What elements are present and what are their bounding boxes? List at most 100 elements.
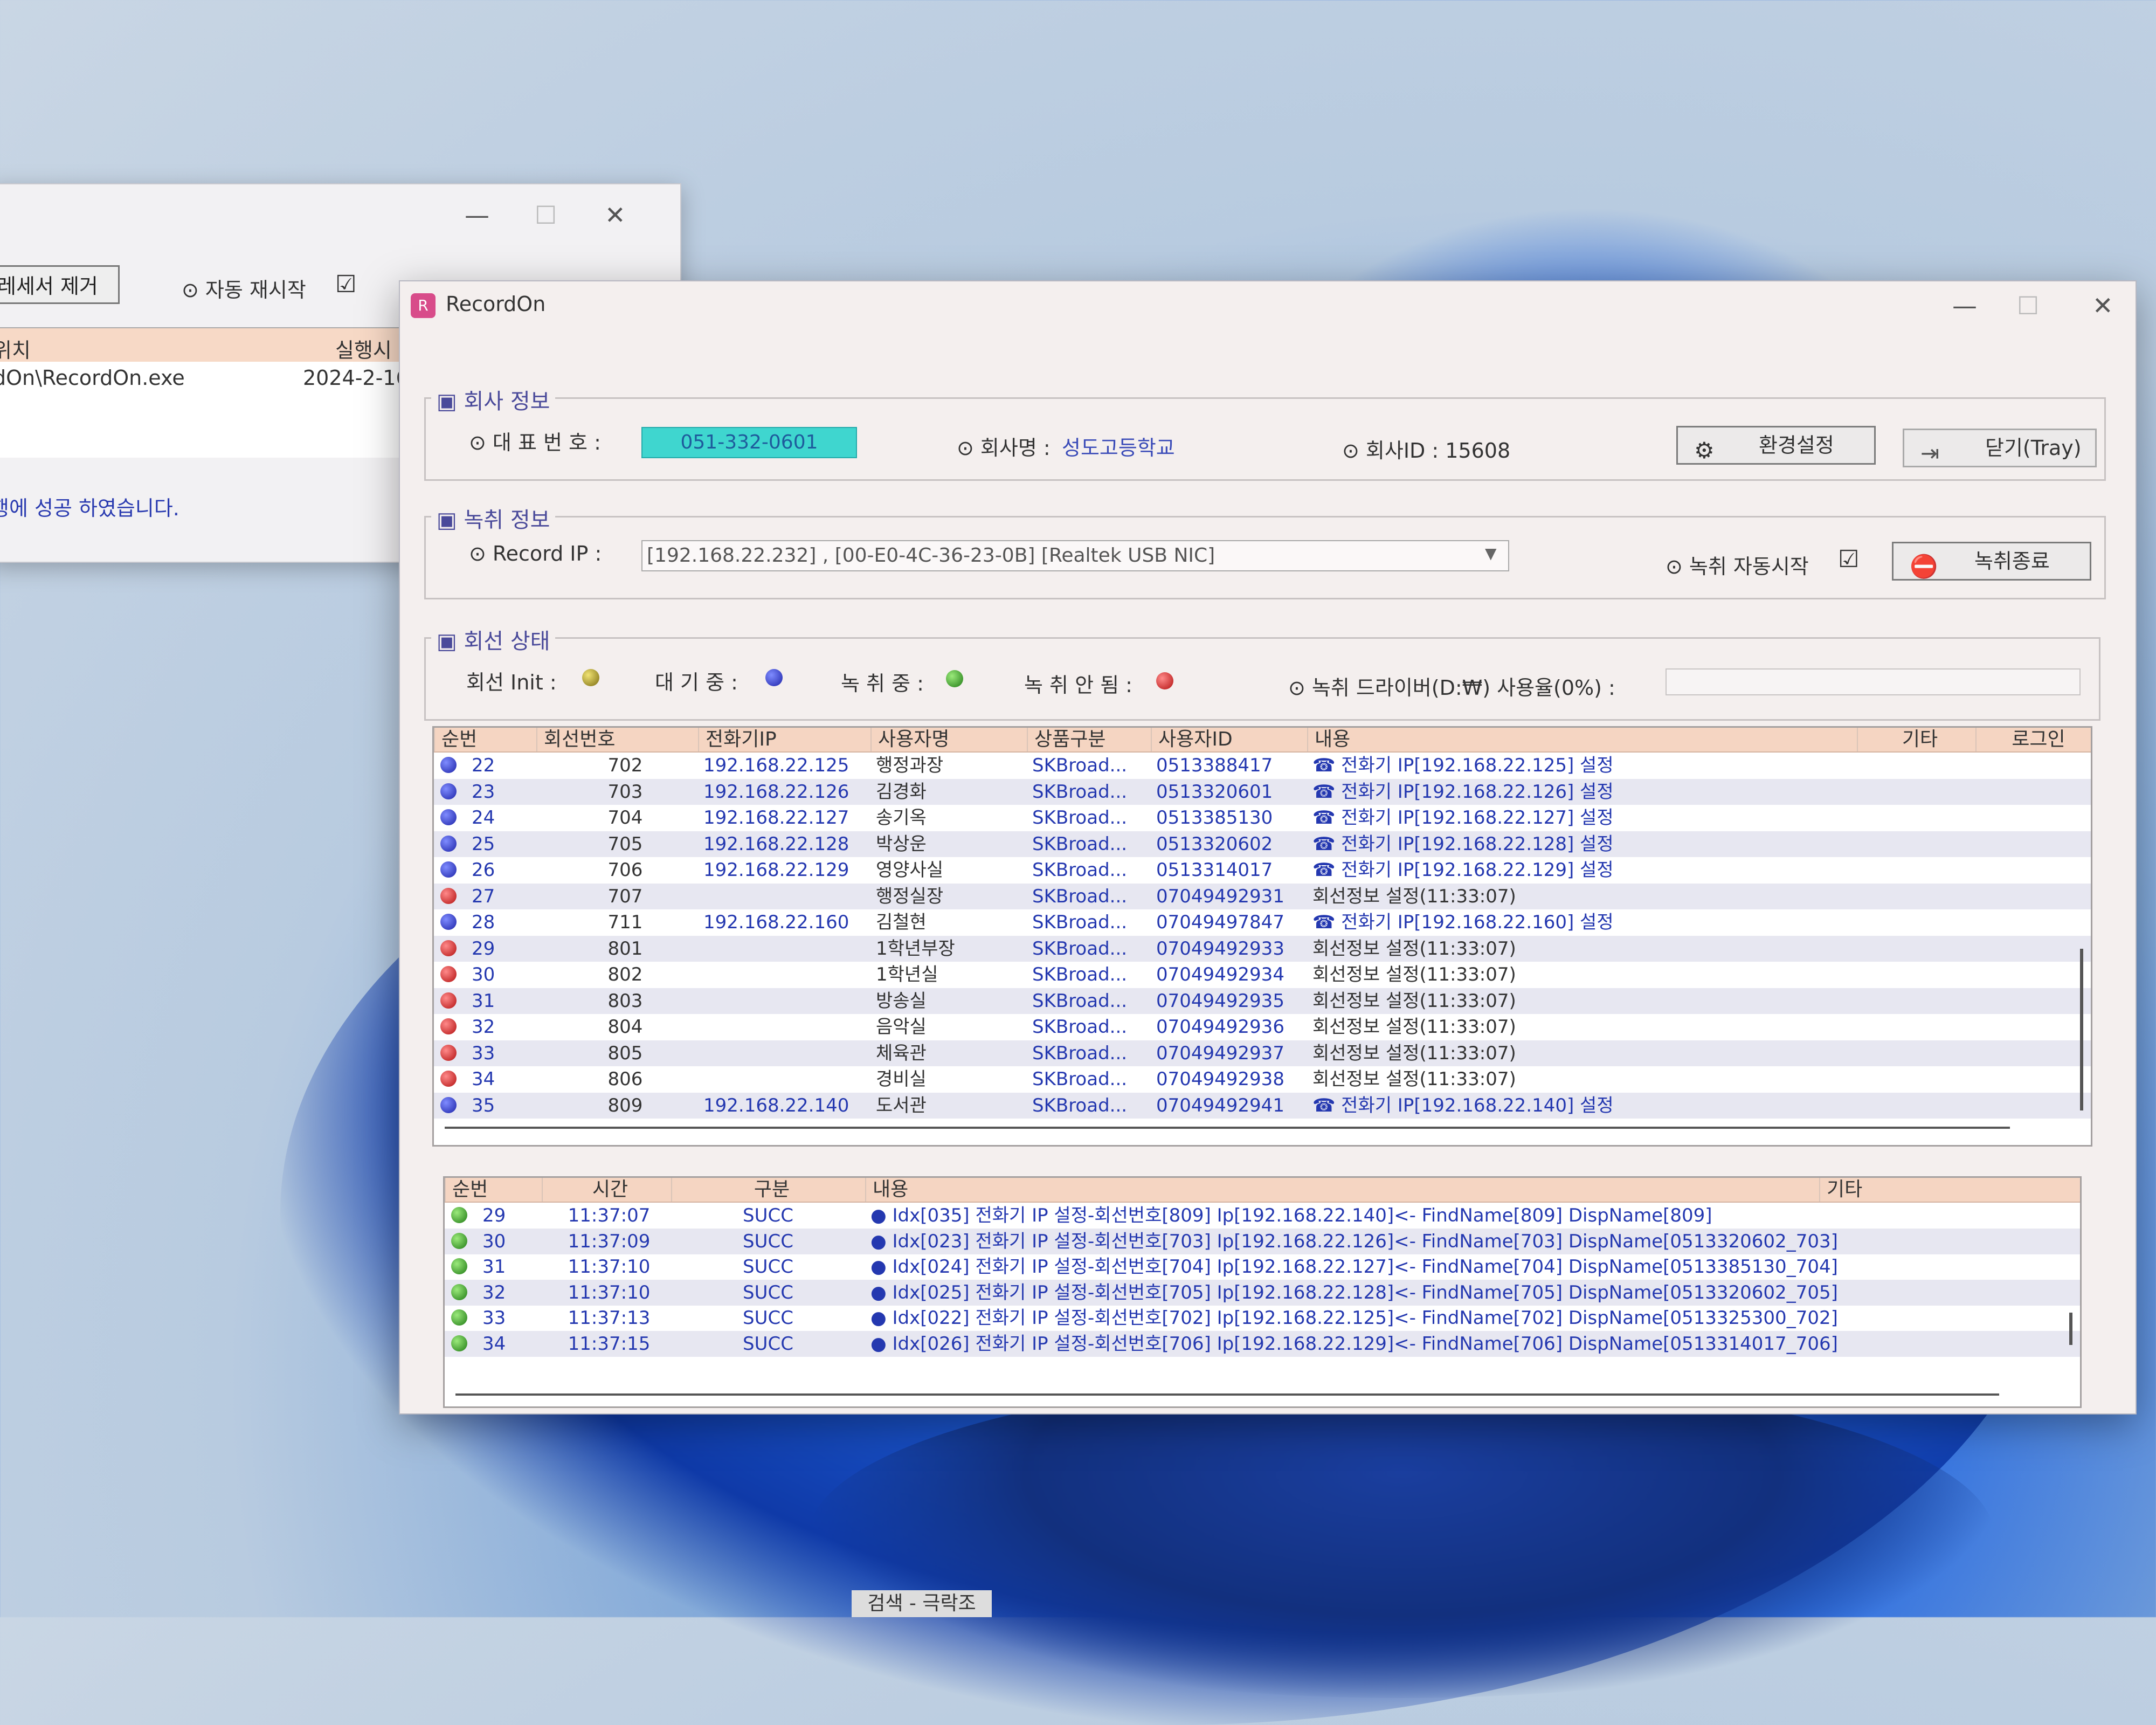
log-cell-time: 11:37:15	[568, 1333, 651, 1355]
log-table[interactable]: 순번 시간 구분 내용 기타 29 11:37:07 SUCC ● Idx[035] …	[443, 1176, 2082, 1408]
success-status-icon	[451, 1232, 467, 1249]
cell-uid: 07049492934	[1156, 964, 1284, 985]
table-row[interactable]: 35 809 192.168.22.140 도서관 SKBroad... 07049492…	[434, 1092, 2091, 1119]
maximize-icon[interactable]: ☐	[2017, 291, 2039, 320]
cell-user: 1학년실	[876, 964, 938, 985]
list-item[interactable]: 33 11:37:13 SUCC ● Idx[022] 전화기 IP 설정-회선번호[…	[445, 1305, 2080, 1331]
list-item[interactable]: 29 11:37:07 SUCC ● Idx[035] 전화기 IP 설정-회선번호[…	[445, 1203, 2080, 1229]
record-ip-label: ⊙ Record IP :	[469, 542, 602, 565]
lines-table-header: 순번 회선번호 전화기IP 사용자명 상품구분 사용자ID 내용 기타 로그인	[434, 728, 2091, 753]
log-cell-no: 30	[482, 1230, 506, 1252]
stop-recording-button[interactable]: ⛔ 녹취종료	[1892, 542, 2091, 581]
minimize-icon[interactable]: —	[1952, 291, 1977, 320]
cell-user: 경비실	[876, 1068, 927, 1090]
waiting-status-icon	[765, 669, 783, 686]
stop-icon: ⛔	[1910, 553, 1938, 579]
log-scrollbar[interactable]	[2069, 1313, 2072, 1345]
company-name-label: ⊙ 회사명 :	[957, 436, 1051, 460]
log-cell-content: ● Idx[026] 전화기 IP 설정-회선번호[706] Ip[192.16…	[870, 1333, 1838, 1355]
cell-content: 회선정보 설정(11:33:07)	[1312, 1016, 1516, 1038]
log-col-type[interactable]: 구분	[671, 1178, 865, 1202]
list-item[interactable]: 34 11:37:15 SUCC ● Idx[026] 전화기 IP 설정-회선번호[…	[445, 1330, 2080, 1357]
line-status-icon	[440, 887, 457, 904]
table-row[interactable]: 29 801 1학년부장 SKBroad... 07049492933 회선정보 설정(1…	[434, 935, 2091, 962]
remove-button[interactable]: 레세서 제거	[0, 265, 120, 304]
log-col-time[interactable]: 시간	[542, 1178, 671, 1202]
cell-user: 1학년부장	[876, 937, 955, 960]
log-hscrollbar[interactable]	[455, 1393, 1999, 1396]
record-ip-select[interactable]: [192.168.22.232] , [00-E0-4C-36-23-0B] […	[641, 540, 1509, 571]
col-etc[interactable]: 기타	[1857, 728, 1975, 751]
lines-hscrollbar[interactable]	[445, 1127, 2010, 1129]
auto-start-checkbox[interactable]: ☑	[1838, 546, 1859, 573]
cell-content: 회선정보 설정(11:33:07)	[1312, 1068, 1516, 1090]
auto-restart-label: ⊙ 자동 재시작	[182, 278, 306, 302]
close-tray-button[interactable]: ⇥ 닫기(Tray)	[1903, 429, 2097, 467]
col-login[interactable]: 로그인	[1975, 728, 2091, 751]
list-item[interactable]: 32 11:37:10 SUCC ● Idx[025] 전화기 IP 설정-회선번호[…	[445, 1279, 2080, 1306]
log-table-header: 순번 시간 구분 내용 기타	[445, 1178, 2080, 1203]
cell-uid: 07049492933	[1156, 937, 1284, 960]
list-item[interactable]: 30 11:37:09 SUCC ● Idx[023] 전화기 IP 설정-회선번호[…	[445, 1228, 2080, 1254]
table-row[interactable]: 27 707 행정실장 SKBroad... 07049492931 회선정보 설정(11…	[434, 883, 2091, 909]
rep-number-field[interactable]: 051-332-0601	[641, 427, 857, 458]
cell-line: 806	[607, 1068, 643, 1090]
log-col-no[interactable]: 순번	[445, 1178, 542, 1202]
col-user-name[interactable]: 사용자명	[870, 728, 1027, 751]
taskbar-search[interactable]: 검색 - 극락조	[852, 1590, 992, 1617]
line-status-icon	[440, 1096, 457, 1113]
log-col-etc[interactable]: 기타	[1819, 1178, 2072, 1202]
table-row[interactable]: 22 702 192.168.22.125 행정과장 SKBroad... 0513388…	[434, 753, 2091, 778]
cell-product: SKBroad...	[1032, 1042, 1128, 1064]
log-cell-no: 31	[482, 1256, 506, 1278]
init-status-icon	[582, 669, 599, 686]
cell-content: 회선정보 설정(11:33:07)	[1312, 885, 1516, 907]
cell-product: SKBroad...	[1032, 1016, 1128, 1038]
settings-button[interactable]: ⚙ 환경설정	[1676, 426, 1876, 465]
close-icon[interactable]: ✕	[2092, 291, 2113, 320]
close-icon[interactable]: ✕	[605, 201, 626, 230]
chevron-down-icon[interactable]: ▼	[1485, 544, 1497, 562]
table-row[interactable]: 33 805 체육관 SKBroad... 07049492937 회선정보 설정(11:…	[434, 1040, 2091, 1066]
company-info-label: ▣ 회사 정보	[431, 384, 556, 415]
table-row[interactable]: 24 704 192.168.22.127 송기옥 SKBroad... 05133851…	[434, 805, 2091, 831]
lines-scrollbar[interactable]	[2080, 949, 2083, 1110]
log-col-content[interactable]: 내용	[865, 1178, 1819, 1202]
list-item[interactable]: 31 11:37:10 SUCC ● Idx[024] 전화기 IP 설정-회선번호[…	[445, 1254, 2080, 1280]
cell-user: 김철현	[876, 912, 927, 933]
cell-content: ☎ 전화기 IP[192.168.22.160] 설정	[1312, 912, 1614, 933]
cell-line: 702	[607, 755, 643, 776]
col-no[interactable]: 순번	[434, 728, 536, 751]
table-row[interactable]: 31 803 방송실 SKBroad... 07049492935 회선정보 설정(11:…	[434, 988, 2091, 1014]
col-phone-ip[interactable]: 전화기IP	[698, 728, 870, 751]
lines-table[interactable]: 순번 회선번호 전화기IP 사용자명 상품구분 사용자ID 내용 기타 로그인 …	[432, 726, 2092, 1147]
table-row[interactable]: 26 706 192.168.22.129 영양사실 SKBroad... 0513314…	[434, 857, 2091, 883]
col-line[interactable]: 회선번호	[536, 728, 698, 751]
table-row[interactable]: 30 802 1학년실 SKBroad... 07049492934 회선정보 설정(11…	[434, 962, 2091, 988]
cell-content: 회선정보 설정(11:33:07)	[1312, 964, 1516, 985]
cell-uid: 07049492936	[1156, 1016, 1284, 1038]
table-row[interactable]: 34 806 경비실 SKBroad... 07049492938 회선정보 설정(11:…	[434, 1066, 2091, 1092]
col-product[interactable]: 상품구분	[1027, 728, 1151, 751]
cell-uid: 07049497847	[1156, 912, 1284, 933]
cell-no: 28	[472, 912, 495, 933]
col-exec: 실행시	[335, 339, 392, 362]
titlebar: R RecordOn — ☐ ✕	[400, 281, 2136, 330]
app-logo-icon: R	[411, 293, 436, 318]
log-cell-no: 34	[482, 1333, 506, 1355]
cell-line: 802	[607, 964, 643, 985]
minimize-icon[interactable]: —	[465, 201, 489, 230]
col-content[interactable]: 내용	[1307, 728, 1857, 751]
cell-user: 영양사실	[876, 859, 944, 881]
table-row[interactable]: 25 705 192.168.22.128 박상운 SKBroad... 05133206…	[434, 831, 2091, 857]
maximize-icon[interactable]: ☐	[535, 201, 557, 230]
table-row[interactable]: 32 804 음악실 SKBroad... 07049492936 회선정보 설정(11:…	[434, 1014, 2091, 1040]
line-status-icon	[440, 914, 457, 930]
table-row[interactable]: 28 711 192.168.22.160 김철현 SKBroad... 07049497…	[434, 909, 2091, 935]
cell-uid: 07049492941	[1156, 1094, 1284, 1116]
auto-restart-checkbox[interactable]: ☑	[335, 271, 356, 298]
table-row[interactable]: 23 703 192.168.22.126 김경화 SKBroad... 05133206…	[434, 778, 2091, 805]
cell-line: 703	[607, 781, 643, 803]
col-user-id[interactable]: 사용자ID	[1151, 728, 1307, 751]
cell-uid: 0513388417	[1156, 755, 1273, 776]
